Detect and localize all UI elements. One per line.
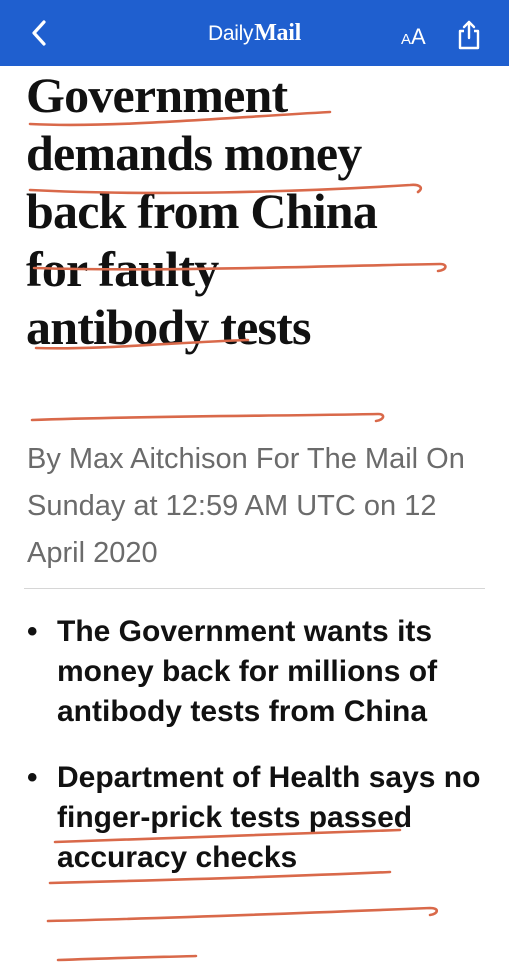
share-icon (458, 20, 480, 50)
bullet-text: The Government wants its money back for … (57, 615, 438, 728)
summary-bullet: • The Government wants its money back fo… (0, 612, 509, 732)
logo-part-mail: Mail (254, 20, 301, 46)
text-size-large-a: A (411, 24, 426, 49)
headline-line: demands money (26, 125, 362, 181)
underline-stroke (56, 954, 198, 962)
underline-stroke (46, 906, 439, 923)
share-button[interactable] (452, 18, 486, 52)
daily-mail-logo: DailyMail (0, 20, 509, 47)
bullet-marker: • (27, 761, 38, 794)
headline-line: for faulty (26, 241, 219, 297)
logo-part-daily: Daily (208, 22, 254, 45)
divider (24, 588, 485, 589)
headline-line: back from China (26, 183, 378, 239)
bullet-text: Department of Health says no finger-pric… (57, 761, 481, 874)
article-headline: Government demands money back from China… (26, 66, 496, 356)
text-size-small-a: A (401, 31, 412, 48)
summary-bullet: • Department of Health says no finger-pr… (0, 758, 509, 878)
headline-line: antibody tests (26, 299, 311, 355)
article-byline: By Max Aitchison For The Mail On Sunday … (27, 443, 465, 569)
underline-stroke (30, 412, 385, 423)
article-summary-bullets: • The Government wants its money back fo… (0, 612, 509, 904)
text-size-button[interactable]: AA (401, 24, 426, 53)
headline-line: Government (26, 67, 288, 123)
top-navigation-bar: DailyMail AA (0, 0, 509, 66)
bullet-marker: • (27, 615, 38, 648)
